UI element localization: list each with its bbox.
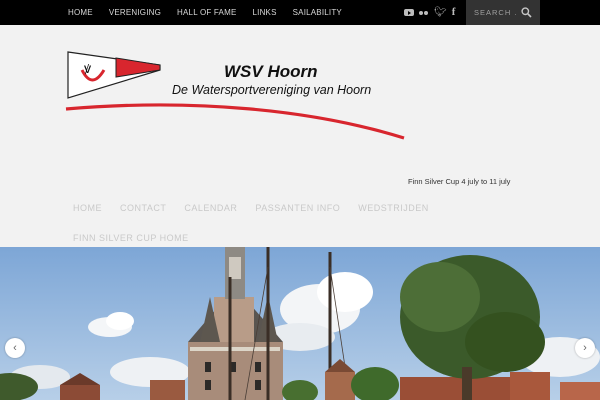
twitter-icon[interactable]: 🐦︎ xyxy=(434,7,447,18)
site-title[interactable]: WSV Hoorn xyxy=(224,62,318,82)
notice-text: Finn Silver Cup 4 july to 11 july xyxy=(408,177,511,186)
top-nav-vereniging[interactable]: VERENIGING xyxy=(109,8,161,17)
top-bar: HOME VERENIGING HALL OF FAME LINKS SAILA… xyxy=(0,0,600,25)
main-nav-contact[interactable]: CONTACT xyxy=(120,202,166,214)
harbor-photo xyxy=(0,247,600,400)
main-nav-passanten-info[interactable]: PASSANTEN INFO xyxy=(255,202,340,214)
slider-next-button[interactable]: › xyxy=(575,338,595,358)
main-nav-calendar[interactable]: CALENDAR xyxy=(184,202,237,214)
logo-monogram: ꝟ xyxy=(84,62,92,77)
top-nav-hall-of-fame[interactable]: HALL OF FAME xyxy=(177,8,236,17)
main-nav: HOME CONTACT CALENDAR PASSANTEN INFO WEDSTRI… xyxy=(73,198,533,246)
facebook-icon[interactable]: f xyxy=(452,7,456,18)
search-icon[interactable] xyxy=(521,7,532,18)
flickr-icon[interactable] xyxy=(419,10,429,16)
main-nav-home[interactable]: HOME xyxy=(73,202,102,214)
club-flag-logo[interactable]: ꝟ xyxy=(64,48,164,103)
search-box xyxy=(466,0,540,25)
main-nav-finn-silver-cup-home[interactable]: FINN SILVER CUP HOME xyxy=(73,232,189,244)
slider-prev-button[interactable]: ‹ xyxy=(5,338,25,358)
site-subtitle: De Watersportvereniging van Hoorn xyxy=(172,83,372,97)
search-input[interactable] xyxy=(466,0,520,25)
top-nav-sailability[interactable]: SAILABILITY xyxy=(293,8,342,17)
top-nav-home[interactable]: HOME xyxy=(68,8,93,17)
top-nav: HOME VERENIGING HALL OF FAME LINKS SAILA… xyxy=(60,0,350,25)
top-nav-links[interactable]: LINKS xyxy=(253,8,277,17)
header-swoosh xyxy=(65,103,405,140)
main-nav-wedstrijden[interactable]: WEDSTRIJDEN xyxy=(358,202,429,214)
hero-slider-image xyxy=(0,247,600,400)
social-links: 🐦︎ f xyxy=(404,0,455,25)
youtube-icon[interactable] xyxy=(404,9,414,16)
